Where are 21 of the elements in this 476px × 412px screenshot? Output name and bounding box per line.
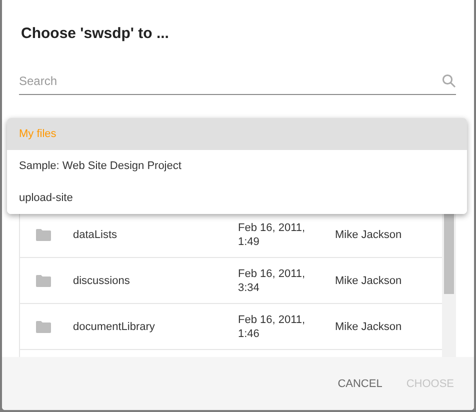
table-row[interactable]: discussions Feb 16, 2011, 3:34 Mike Jackson: [20, 258, 442, 304]
folder-icon: [36, 274, 51, 286]
date-cell-text: Feb 16, 2011, 3:34: [238, 266, 306, 294]
name-cell-text: documentLibrary: [73, 320, 156, 334]
dialog-title: Choose 'swsdp' to ...: [21, 24, 170, 44]
menu-item[interactable]: upload-site: [7, 182, 467, 214]
scrollbar[interactable]: [442, 212, 456, 357]
folder-icon: [36, 228, 51, 240]
name-cell-text: discussions: [73, 274, 131, 288]
date-cell-text: Feb 16, 2011, 1:46: [238, 312, 306, 340]
modifier-cell-text: Mike Jackson: [335, 274, 403, 288]
folder-icon: [36, 320, 51, 332]
date-cell-text: Feb 16, 2011, 1:49: [238, 220, 306, 248]
dialog-button[interactable]: CANCEL: [330, 370, 390, 398]
menu-item[interactable]: Sample: Web Site Design Project: [7, 150, 467, 182]
modifier-cell-text: Mike Jackson: [335, 228, 403, 242]
search-field[interactable]: Search: [19, 74, 442, 88]
search-icon: [442, 74, 456, 88]
name-cell-text: dataLists: [73, 228, 118, 242]
table-row[interactable]: documentLibrary Feb 16, 2011, 1:46 Mike Jackson: [20, 304, 442, 350]
modifier-cell-text: Mike Jackson: [335, 320, 403, 334]
